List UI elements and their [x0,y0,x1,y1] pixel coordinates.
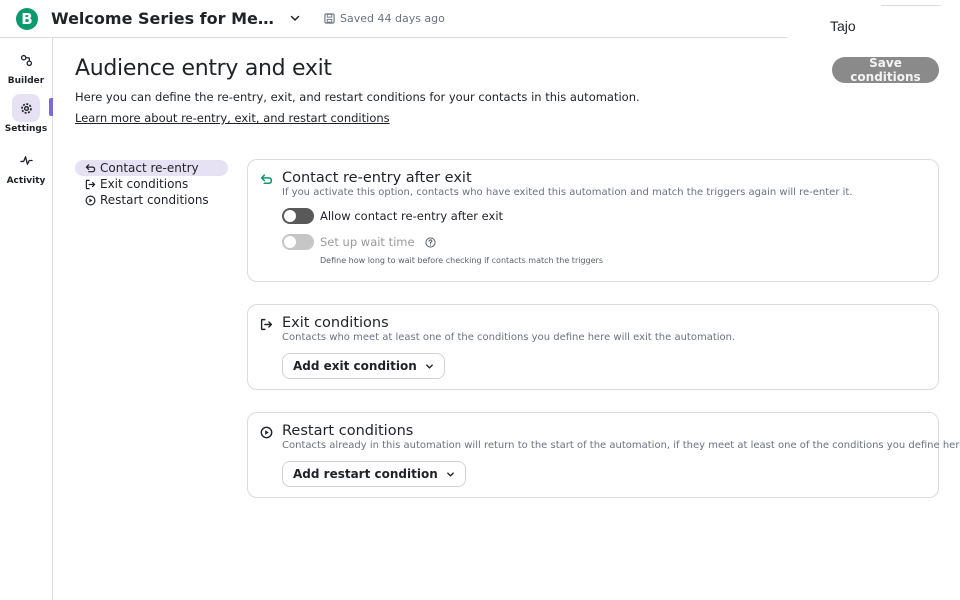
reentry-description: If you activate this option, contacts wh… [282,187,853,198]
chevron-down-icon[interactable] [289,12,301,24]
learn-more-link[interactable]: Learn more about re-entry, exit, and res… [75,111,390,125]
add-restart-condition-button[interactable]: Add restart condition [282,461,466,487]
restart-description: Contacts already in this automation will… [282,440,960,451]
section-nav: Contact re-entry Exit conditions Restart… [75,160,228,208]
wait-time-label: Set up wait time [320,235,415,249]
save-disk-icon [324,13,335,24]
automation-title[interactable]: Welcome Series for Medical Esta... [51,9,281,28]
add-exit-condition-button[interactable]: Add exit condition [282,353,445,379]
reentry-toggle-label: Allow contact re-entry after exit [320,209,504,223]
main-content: Audience entry and exit Here you can def… [54,38,960,600]
button-label: Add exit condition [293,359,417,373]
exit-icon [260,318,273,331]
left-rail: Builder Settings Activity [0,38,53,600]
wait-time-row: Set up wait time [282,234,436,250]
user-name[interactable]: Tajo [830,18,856,34]
exit-card: Exit conditions Contacts who meet at lea… [247,304,939,390]
rail-item-builder[interactable]: Builder [0,46,52,86]
page-description: Here you can define the re-entry, exit, … [75,90,640,104]
wait-time-hint: Define how long to wait before checking … [320,256,603,265]
saved-text: Saved 44 days ago [340,12,445,25]
restart-card: Restart conditions Contacts already in t… [247,412,960,498]
gear-icon [12,94,40,122]
rail-label: Activity [6,176,46,186]
brand-logo[interactable]: B [16,8,38,30]
rail-label: Settings [4,124,48,134]
return-arrow-icon [85,163,96,172]
reentry-card: Contact re-entry after exit If you activ… [247,159,939,282]
chevron-down-icon [425,363,433,369]
exit-description: Contacts who meet at least one of the co… [282,332,736,343]
user-panel [787,0,960,40]
save-status: Saved 44 days ago [324,12,445,25]
active-indicator [49,98,53,116]
return-arrow-icon [260,174,273,185]
button-label: Add restart condition [293,467,438,481]
page-title: Audience entry and exit [75,56,332,81]
reentry-toggle[interactable] [282,208,314,224]
rail-item-settings[interactable]: Settings [0,94,52,134]
restart-title: Restart conditions [282,423,414,439]
nav-item-contact-reentry[interactable]: Contact re-entry [75,160,228,176]
save-conditions-button[interactable]: Save conditions [832,56,939,84]
nav-label: Restart conditions [100,193,209,207]
help-icon[interactable] [424,236,436,248]
activity-icon [12,146,40,174]
play-circle-icon [260,426,273,439]
wait-time-toggle[interactable] [282,234,314,250]
nav-item-restart-conditions[interactable]: Restart conditions [75,192,228,208]
exit-title: Exit conditions [282,315,389,331]
exit-icon [85,179,96,189]
reentry-title: Contact re-entry after exit [282,170,472,186]
chevron-down-icon [446,471,454,477]
play-circle-icon [85,195,96,205]
nav-item-exit-conditions[interactable]: Exit conditions [75,176,228,192]
rail-item-activity[interactable]: Activity [0,146,52,186]
rail-label: Builder [7,76,45,86]
builder-icon [12,46,40,74]
nav-label: Contact re-entry [100,161,199,175]
divider [881,5,941,6]
nav-label: Exit conditions [100,177,189,191]
reentry-toggle-row: Allow contact re-entry after exit [282,208,503,224]
